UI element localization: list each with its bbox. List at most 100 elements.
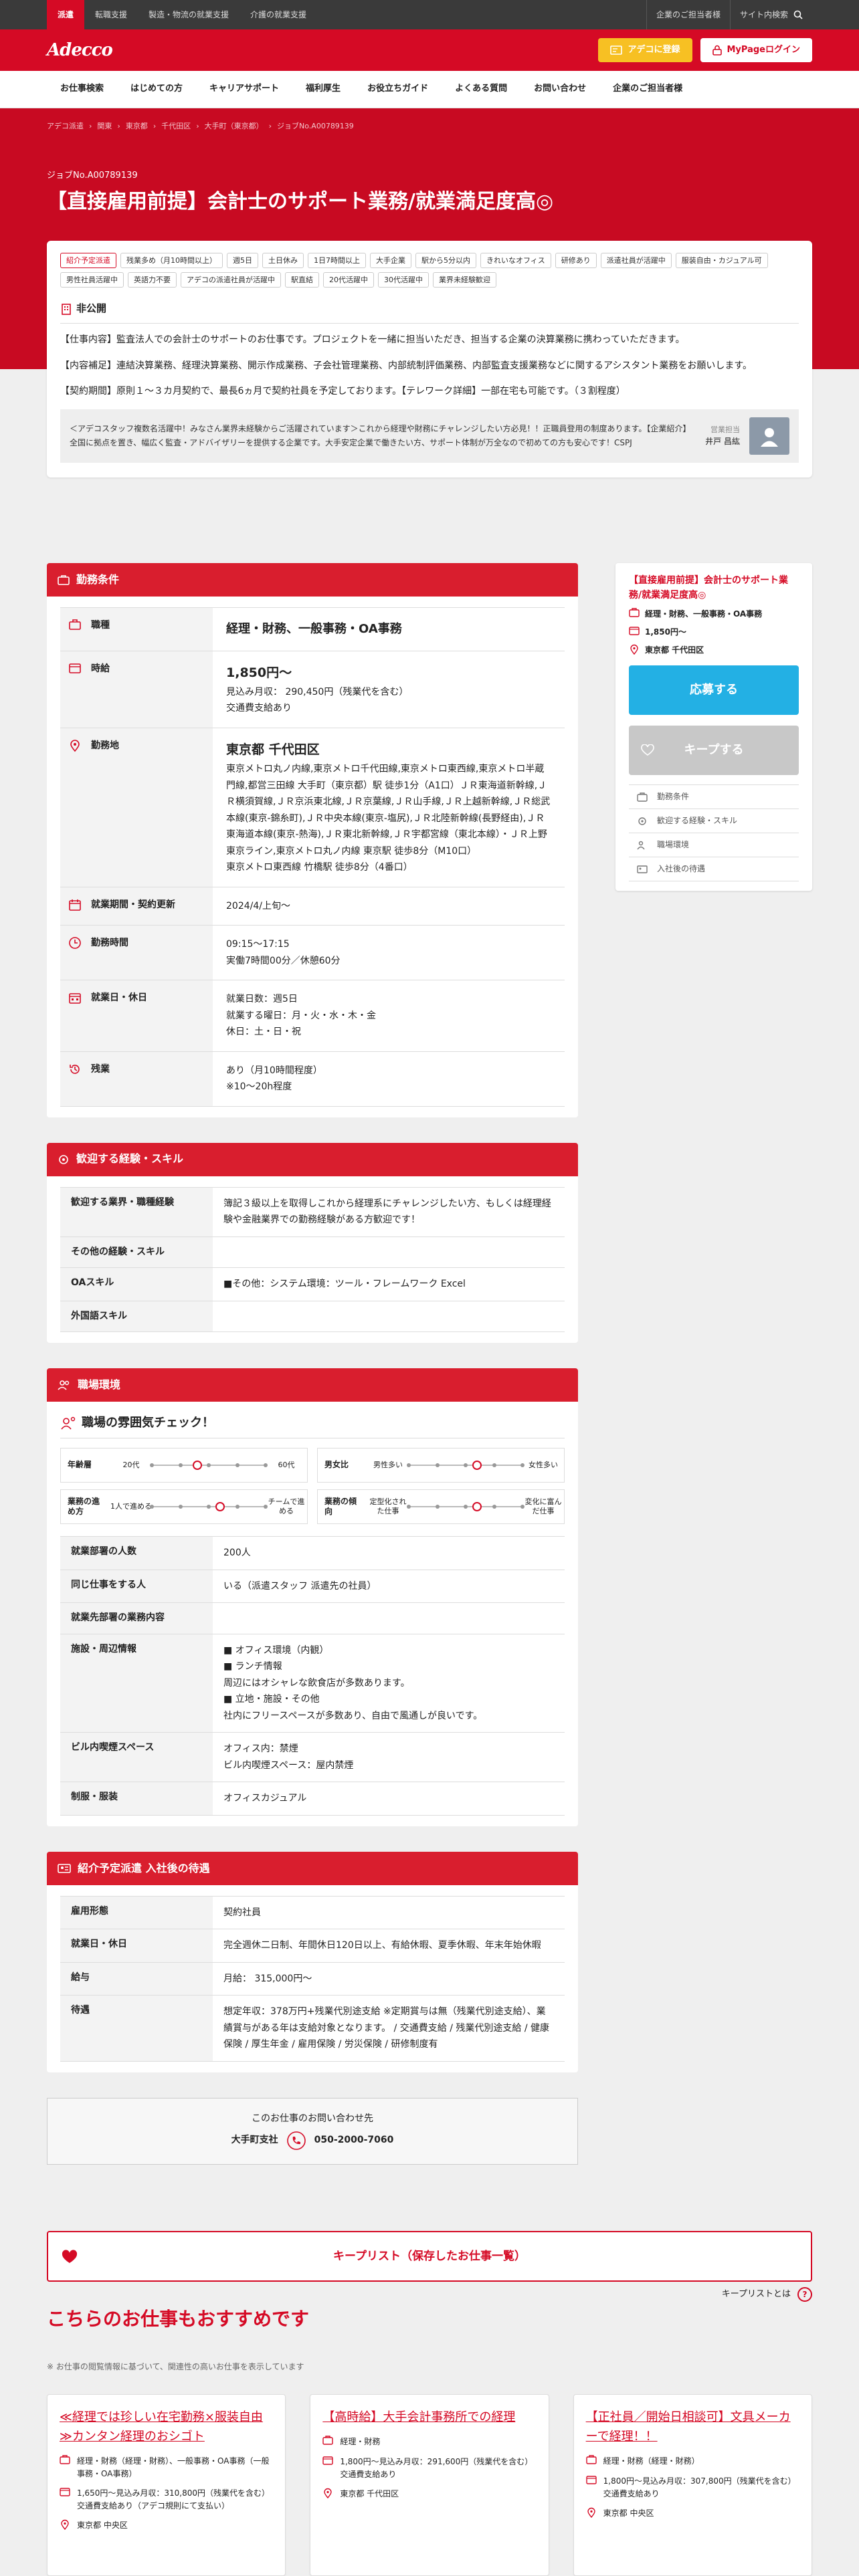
- nav-faq[interactable]: よくある質問: [442, 82, 520, 96]
- breadcrumb-item[interactable]: 大手町（東京都）: [205, 120, 264, 132]
- work-weekdays: 就業する曜日：月・火・水・木・金: [226, 1010, 376, 1021]
- nav-benefits[interactable]: 福利厚生: [292, 82, 354, 96]
- section-title: 歓迎する経験・スキル: [76, 1152, 184, 1166]
- recommend-card: 【高時給】大手会計事務所での経理 経理・財務 1,800円〜見込み月収：291,…: [310, 2394, 549, 2576]
- site-search-label: サイト内検索: [739, 9, 788, 19]
- section-title: 紹介予定派遣 入社後の待遇: [78, 1861, 210, 1874]
- branch-name: 大手町支社: [231, 2134, 278, 2145]
- row-label: 勤務時間: [91, 938, 128, 948]
- recommend-card-type: 経理・財務（経理・財務）: [603, 2456, 700, 2466]
- nav-contact[interactable]: お問い合わせ: [520, 82, 599, 96]
- gauge-marker: [215, 1502, 225, 1512]
- keeplist-button[interactable]: キープリスト（保存したお仕事一覧）: [47, 2231, 812, 2282]
- row-label: 就業部署の人数: [60, 1537, 213, 1570]
- anchor-workplace[interactable]: 職場環境: [629, 833, 799, 858]
- recommend-card-title[interactable]: 【正社員／開始日相談可】文具メーカーで経理！！: [586, 2408, 799, 2447]
- breadcrumb-item[interactable]: アデコ派遣: [47, 120, 84, 132]
- table-row: 歓迎する業界・職種経験 簿記３級以上を取得しこれから経理系にチャレンジしたい方、も…: [60, 1187, 565, 1237]
- job-description: 【仕事内容】監査法人での会計士のサポートのお仕事です。プロジェクトを一緒に担当い…: [60, 332, 799, 400]
- gauge-track: [150, 1461, 268, 1471]
- description-paragraph: 【内容補足】連結決算業務、経理決算業務、開示作成業務、子会社管理業務、内部統制評…: [60, 360, 753, 371]
- help-icon[interactable]: ?: [797, 2287, 812, 2302]
- sidebar-pay: 1,850円〜: [629, 626, 799, 639]
- row-label: OAスキル: [60, 1268, 213, 1301]
- briefcase-icon: [637, 792, 648, 802]
- table-row: 勤務地 東京都 千代田区 東京メトロ丸ノ内線,東京メトロ千代田線,東京メトロ東西線…: [60, 728, 565, 887]
- anchor-treatment[interactable]: 入社後の待遇: [629, 857, 799, 882]
- nav-job-search[interactable]: お仕事検索: [47, 82, 117, 96]
- gauge-tick: [464, 1505, 468, 1509]
- gauge-min: 20代: [122, 1461, 140, 1470]
- corporate-link[interactable]: 企業のご担当者様: [646, 0, 730, 29]
- tag: 派遣社員が活躍中: [600, 253, 672, 269]
- phone-number[interactable]: 050-2000-7060: [314, 2133, 394, 2148]
- table-row: 制服・服装 オフィスカジュアル: [60, 1782, 565, 1816]
- gauge-min: 男性多い: [373, 1461, 403, 1470]
- sidebar-pay-text: 1,850円〜: [645, 627, 686, 637]
- tab-kaigo[interactable]: 介護の就業支援: [240, 0, 317, 29]
- treatment-table: 雇用形態 契約社員 就業日・休日 完全週休二日制、年間休日120日以上、有給休暇、夏…: [60, 1895, 565, 2062]
- mypage-login-button[interactable]: MyPageログイン: [700, 38, 812, 62]
- facility-line: ■ 立地・施設・その他: [223, 1694, 320, 1705]
- tag: 服装自由・カジュアル可: [675, 253, 768, 269]
- anchor-conditions[interactable]: 勤務条件: [629, 785, 799, 810]
- row-value: 契約社員: [223, 1907, 261, 1918]
- gauge-max: 変化に富んだ仕事: [524, 1497, 562, 1516]
- skills-table: 歓迎する業界・職種経験 簿記３級以上を取得しこれから経理系にチャレンジしたい方、も…: [60, 1186, 565, 1333]
- sidebar-place: 東京都 千代田区: [629, 644, 799, 657]
- recommend-card-place: 東京都 千代田区: [340, 2489, 399, 2499]
- row-label: 同じ仕事をする人: [60, 1570, 213, 1603]
- nav-guide[interactable]: お役立ちガイド: [354, 82, 442, 96]
- estimated-monthly: 見込み月収： 290,450円（残業代を含む）: [226, 686, 409, 697]
- gauge-tick: [207, 1463, 211, 1468]
- row-label: 就業期間・契約更新: [91, 899, 175, 910]
- apply-button[interactable]: 応募する: [629, 665, 799, 716]
- tab-seizo[interactable]: 製造・物流の就業支援: [138, 0, 240, 29]
- tab-tenshoku[interactable]: 転職支援: [84, 0, 138, 29]
- breadcrumb-current: ジョブNo.A00789139: [277, 122, 354, 130]
- atmosphere-gauges: 年齢層 20代 60代 男女比 男性多い 女性多い 業務の進め方 1人で進める …: [60, 1448, 565, 1525]
- nav-first-time[interactable]: はじめての方: [117, 82, 196, 96]
- anchor-skills[interactable]: 歓迎する経験・スキル: [629, 809, 799, 834]
- anchor-label: 入社後の待遇: [657, 864, 706, 874]
- work-hours-detail: 実働7時間00分／休憩60分: [226, 955, 341, 966]
- table-row: ビル内喫煙スペース オフィス内：禁煙 ビル内喫煙スペース：屋内禁煙: [60, 1733, 565, 1783]
- site-search-link[interactable]: サイト内検索: [729, 0, 812, 29]
- work-hours: 09:15〜17:15: [226, 939, 290, 950]
- recommend-card-title[interactable]: 【高時給】大手会計事務所での経理: [322, 2408, 536, 2428]
- recommend-card-title[interactable]: ≪経理では珍しい在宅勤務×服装自由≫カンタン経理のおシゴト: [60, 2408, 273, 2447]
- treatment-section: 紹介予定派遣 入社後の待遇 雇用形態 契約社員 就業日・休日 完全週休二日制、年間休…: [47, 1851, 578, 2072]
- adecco-logo[interactable]: Adecco: [47, 37, 113, 64]
- row-label: 待遇: [60, 1996, 213, 2061]
- tag: 紹介予定派遣: [60, 253, 116, 269]
- tag: 大手企業: [370, 253, 411, 269]
- star-gear-icon: [59, 1154, 68, 1164]
- table-row: 就業部署の人数 200人: [60, 1537, 565, 1570]
- register-button[interactable]: アデコに登録: [598, 38, 692, 62]
- recruiter-comment: ＜アデコスタッフ複数名活躍中！みなさん業界未経験からご活躍されています＞これから…: [60, 409, 799, 463]
- table-row: その他の経験・スキル: [60, 1237, 565, 1269]
- location-pin-icon: [630, 644, 638, 655]
- anchor-label: 歓迎する経験・スキル: [657, 816, 738, 826]
- recommend-card-type: 経理・財務（経理・財務）、一般事務・OA事務（一般事務・OA事務）: [77, 2456, 270, 2478]
- gauge-tick: [207, 1505, 211, 1509]
- recruiter-role: 営業担当: [710, 425, 740, 435]
- recommend-card: ≪経理では珍しい在宅勤務×服装自由≫カンタン経理のおシゴト 経理・財務（経理・財…: [47, 2394, 286, 2576]
- nav-corporate[interactable]: 企業のご担当者様: [599, 82, 696, 96]
- atmosphere-title: 職場の雰囲気チェック！: [60, 1414, 565, 1439]
- anchor-label: 職場環境: [657, 840, 690, 850]
- tag: 駅直結: [285, 272, 319, 288]
- id-card-icon: [637, 865, 648, 873]
- tab-haken[interactable]: 派遣: [47, 0, 85, 29]
- recommend-title: こちらのお仕事もおすすめです: [47, 2308, 310, 2330]
- keep-button[interactable]: キープする: [629, 726, 799, 776]
- sticky-sidebar: 【直接雇用前提】会計士のサポート業務/就業満足度高◎ 経理・財務、一般事務・OA…: [615, 563, 812, 891]
- nav-career-support[interactable]: キャリアサポート: [196, 82, 292, 96]
- breadcrumb-item[interactable]: 東京都: [126, 120, 148, 132]
- breadcrumb-item[interactable]: 関東: [97, 120, 112, 132]
- breadcrumb-item[interactable]: 千代田区: [161, 120, 191, 132]
- section-header: 紹介予定派遣 入社後の待遇: [47, 1851, 578, 1885]
- gauge-tick: [178, 1505, 183, 1509]
- workplace-section: 職場環境 職場の雰囲気チェック！ 年齢層 20代 60代 男女比 男性多い 女性…: [47, 1368, 578, 1826]
- table-row: 職種 経理・財務、一般事務・OA事務: [60, 608, 565, 651]
